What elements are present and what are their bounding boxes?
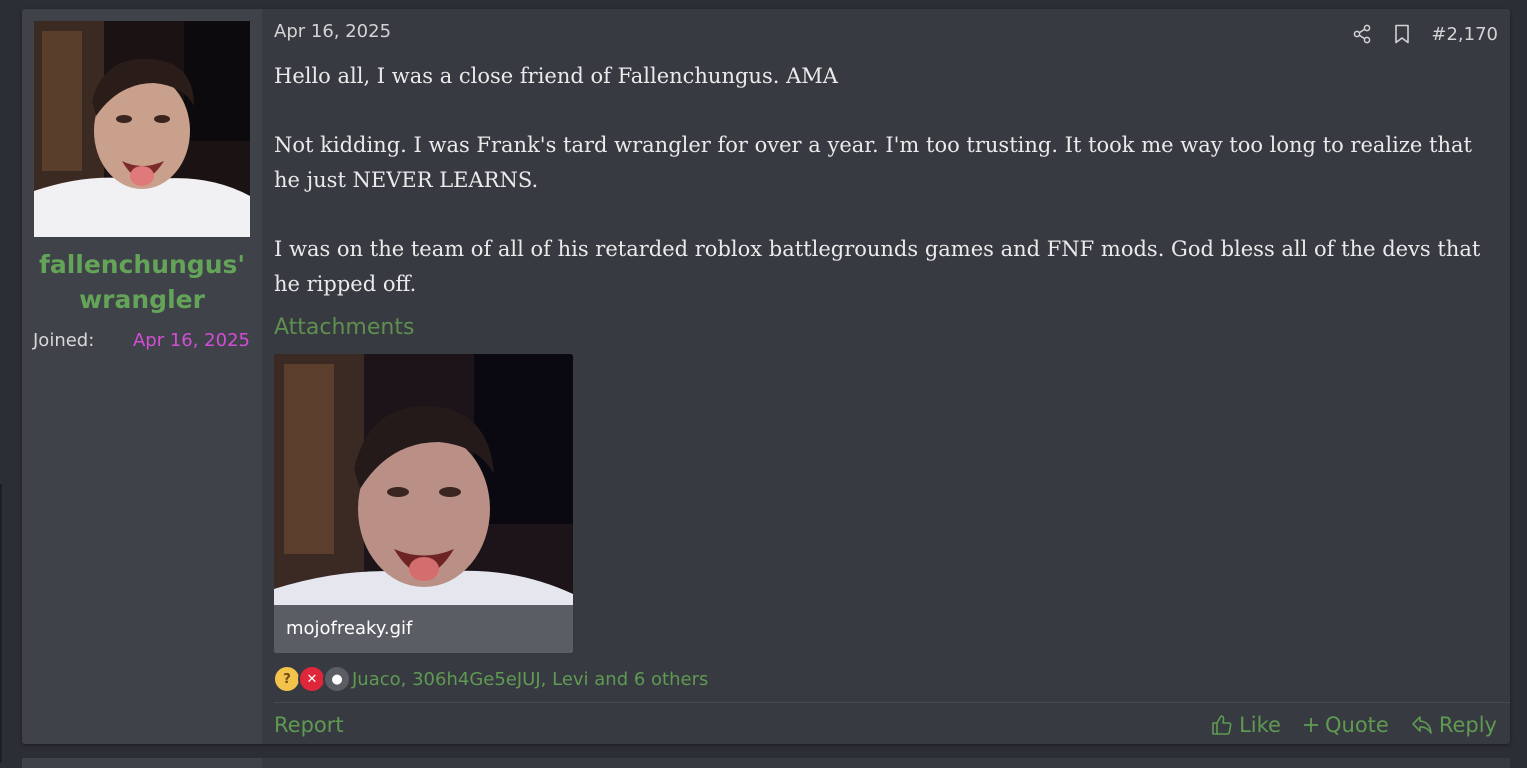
plus-icon	[1303, 718, 1318, 732]
attachment-filename[interactable]: mojofreaky.gif	[274, 605, 573, 653]
message-paragraph: Hello all, I was a close friend of Falle…	[274, 64, 838, 88]
post-date[interactable]: Apr 16, 2025	[274, 21, 391, 42]
joined-info: Joined: Apr 16, 2025	[33, 328, 250, 354]
like-label: Like	[1239, 713, 1281, 737]
reaction-icons[interactable]: ? ✕ ●	[273, 665, 351, 693]
joined-date: Apr 16, 2025	[132, 330, 250, 351]
post-main: Apr 16, 2025 #2,170 Hello all, I was a c…	[262, 9, 1510, 744]
footer-divider	[274, 702, 1510, 703]
reaction-users-link[interactable]: Juaco, 306h4Ge5eJUJ, Levi and 6 others	[352, 669, 708, 690]
bookmark-icon[interactable]	[1391, 22, 1413, 46]
next-post-user-sidebar	[22, 758, 262, 768]
share-icon[interactable]	[1351, 22, 1373, 46]
thumbs-up-icon	[1212, 715, 1232, 735]
avatar[interactable]	[34, 21, 250, 237]
forum-post: fallenchungus' wrangler Joined: Apr 16, …	[22, 9, 1510, 744]
misc-reaction-icon: ●	[323, 665, 351, 693]
post-number-link[interactable]: #2,170	[1431, 24, 1498, 45]
like-button[interactable]: Like	[1211, 713, 1281, 737]
quote-label: Quote	[1324, 713, 1389, 737]
joined-label: Joined:	[33, 330, 95, 351]
reply-label: Reply	[1438, 713, 1497, 737]
report-link[interactable]: Report	[274, 709, 344, 741]
post-header-actions: #2,170	[1351, 21, 1498, 47]
next-post-preview	[22, 758, 1510, 768]
reply-arrow-icon	[1412, 716, 1432, 734]
username[interactable]: fallenchungus' wrangler	[22, 247, 262, 317]
window-edge	[0, 484, 2, 763]
thinking-face-icon: ?	[273, 665, 301, 693]
cross-icon: ✕	[298, 665, 326, 693]
message-paragraph: Not kidding. I was Frank's tard wrangler…	[274, 133, 1472, 192]
avatar-image	[34, 21, 250, 237]
reply-button[interactable]: Reply	[1411, 713, 1497, 737]
quote-button[interactable]: Quote	[1303, 713, 1389, 737]
attachments-title: Attachments	[274, 315, 415, 340]
user-sidebar: fallenchungus' wrangler Joined: Apr 16, …	[22, 9, 262, 744]
reactions-bar: ? ✕ ● Juaco, 306h4Ge5eJUJ, Levi and 6 ot…	[273, 664, 708, 694]
message-paragraph: I was on the team of all of his retarded…	[274, 237, 1481, 296]
post-message: Hello all, I was a close friend of Falle…	[274, 59, 1499, 336]
post-footer-actions: Like Quote Reply	[1211, 709, 1497, 741]
attachment-thumbnail[interactable]: mojofreaky.gif	[274, 354, 573, 653]
